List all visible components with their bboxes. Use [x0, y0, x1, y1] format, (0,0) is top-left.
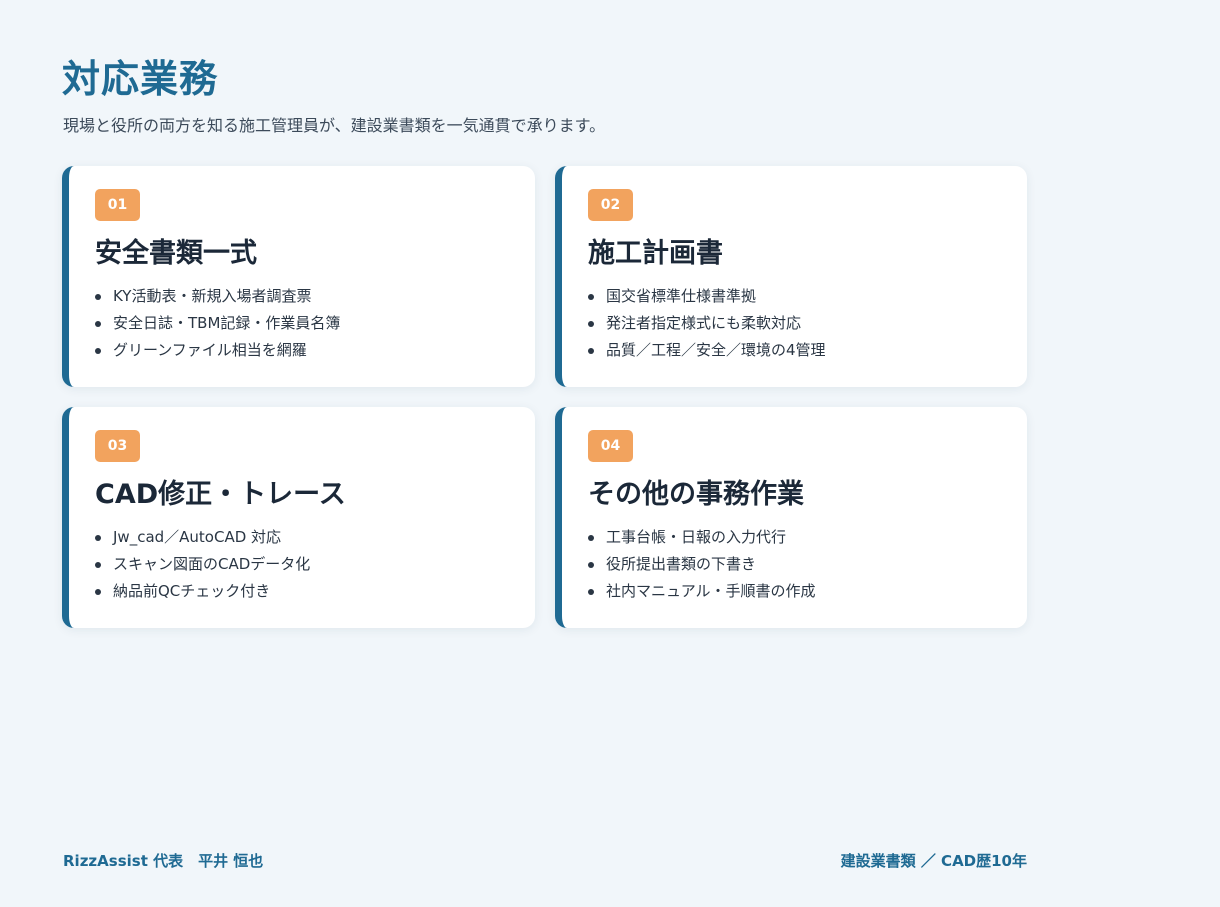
card-number-badge: 04: [588, 430, 633, 462]
page-subtitle: 現場と役所の両方を知る施工管理員が、建設業書類を一気通貫で承ります。: [63, 116, 606, 135]
bullet-icon: [588, 589, 594, 595]
card-title: CAD修正・トレース: [95, 479, 346, 510]
list-item: 品質／工程／安全／環境の4管理: [588, 337, 1007, 364]
list-item: 納品前QCチェック付き: [95, 578, 515, 605]
service-card-safety-documents: 01 安全書類一式 KY活動表・新規入場者調査票 安全日誌・TBM記録・作業員名…: [62, 166, 535, 387]
list-item: 社内マニュアル・手順書の作成: [588, 578, 1007, 605]
list-item: 発注者指定様式にも柔軟対応: [588, 310, 1007, 337]
list-item-text: 役所提出書類の下書き: [606, 555, 757, 573]
list-item-text: 発注者指定様式にも柔軟対応: [606, 314, 802, 332]
list-item: スキャン図面のCADデータ化: [95, 551, 515, 578]
bullet-icon: [95, 535, 101, 541]
list-item: グリーンファイル相当を網羅: [95, 337, 515, 364]
bullet-icon: [588, 348, 594, 354]
list-item-text: 社内マニュアル・手順書の作成: [606, 582, 816, 600]
list-item-text: KY活動表・新規入場者調査票: [113, 287, 312, 305]
service-card-cad: 03 CAD修正・トレース Jw_cad／AutoCAD 対応 スキャン図面のC…: [62, 407, 535, 628]
page-title: 対応業務: [62, 57, 219, 101]
card-title: その他の事務作業: [588, 479, 804, 510]
list-item-text: 国交省標準仕様書準拠: [606, 287, 757, 305]
bullet-icon: [588, 321, 594, 327]
service-card-office-work: 04 その他の事務作業 工事台帳・日報の入力代行 役所提出書類の下書き 社内マニ…: [555, 407, 1027, 628]
list-item-text: 工事台帳・日報の入力代行: [606, 528, 787, 546]
bullet-icon: [95, 348, 101, 354]
list-item-text: 納品前QCチェック付き: [113, 582, 271, 600]
bullet-icon: [95, 589, 101, 595]
bullet-icon: [95, 562, 101, 568]
list-item-text: 安全日誌・TBM記録・作業員名簿: [113, 314, 341, 332]
list-item: Jw_cad／AutoCAD 対応: [95, 524, 515, 551]
card-item-list: KY活動表・新規入場者調査票 安全日誌・TBM記録・作業員名簿 グリーンファイル…: [95, 283, 515, 364]
bullet-icon: [95, 321, 101, 327]
list-item: 工事台帳・日報の入力代行: [588, 524, 1007, 551]
card-number-badge: 01: [95, 189, 140, 221]
list-item-text: 品質／工程／安全／環境の4管理: [606, 341, 826, 359]
list-item: 安全日誌・TBM記録・作業員名簿: [95, 310, 515, 337]
footer-author: RizzAssist 代表 平井 恒也: [63, 852, 264, 870]
list-item-text: グリーンファイル相当を網羅: [113, 341, 307, 359]
list-item: 国交省標準仕様書準拠: [588, 283, 1007, 310]
footer-tagline: 建設業書類 ／ CAD歴10年: [840, 852, 1027, 870]
bullet-icon: [588, 535, 594, 541]
card-number-badge: 02: [588, 189, 633, 221]
card-item-list: 国交省標準仕様書準拠 発注者指定様式にも柔軟対応 品質／工程／安全／環境の4管理: [588, 283, 1007, 364]
card-title: 安全書類一式: [95, 238, 257, 269]
list-item: KY活動表・新規入場者調査票: [95, 283, 515, 310]
bullet-icon: [588, 294, 594, 300]
services-grid: 01 安全書類一式 KY活動表・新規入場者調査票 安全日誌・TBM記録・作業員名…: [62, 166, 1027, 628]
list-item: 役所提出書類の下書き: [588, 551, 1007, 578]
card-title: 施工計画書: [588, 238, 723, 269]
list-item-text: スキャン図面のCADデータ化: [113, 555, 311, 573]
card-number-badge: 03: [95, 430, 140, 462]
bullet-icon: [588, 562, 594, 568]
bullet-icon: [95, 294, 101, 300]
list-item-text: Jw_cad／AutoCAD 対応: [113, 528, 282, 546]
card-item-list: Jw_cad／AutoCAD 対応 スキャン図面のCADデータ化 納品前QCチェ…: [95, 524, 515, 605]
card-item-list: 工事台帳・日報の入力代行 役所提出書類の下書き 社内マニュアル・手順書の作成: [588, 524, 1007, 605]
service-card-construction-plan: 02 施工計画書 国交省標準仕様書準拠 発注者指定様式にも柔軟対応 品質／工程／…: [555, 166, 1027, 387]
